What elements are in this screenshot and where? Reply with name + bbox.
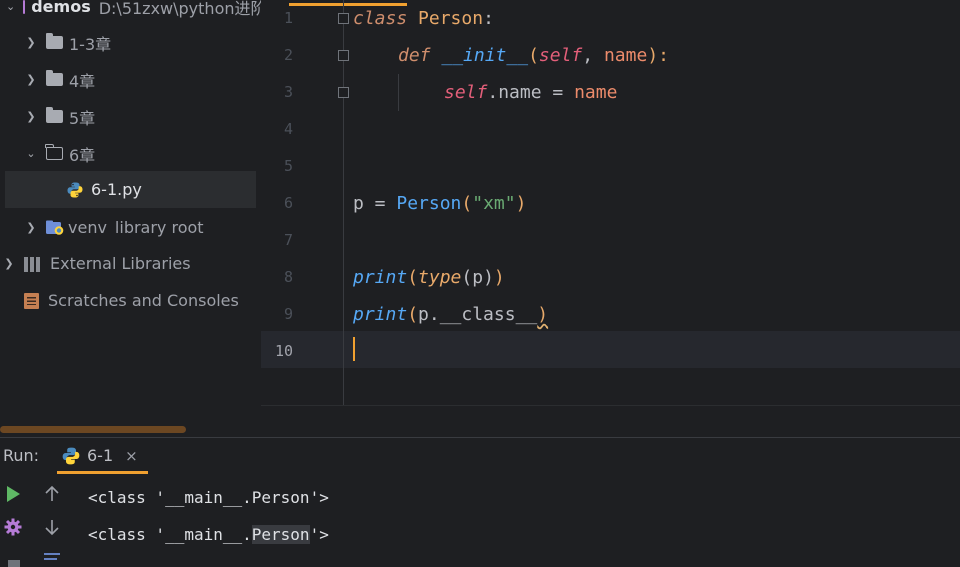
line-number: 6	[283, 194, 293, 212]
line-number: 4	[283, 120, 293, 138]
folder-icon	[46, 33, 63, 49]
tree-item-6-1-py[interactable]: 6-1.py	[5, 171, 256, 208]
tree-root-demos[interactable]: ⌄ demos D:\51zxw\python进阶	[6, 0, 261, 25]
arrow-up-icon	[45, 485, 59, 501]
current-line-highlight	[261, 331, 960, 368]
library-root-hint: library root	[114, 218, 204, 237]
line-number: 8	[283, 268, 293, 286]
scroll-down-button[interactable]	[42, 517, 62, 537]
tree-item-label: 5章	[69, 108, 96, 128]
tree-item-external-libraries[interactable]: ❯ External Libraries	[2, 245, 260, 282]
run-label: Run:	[3, 446, 40, 465]
code-line-9: print(p.__class__)	[353, 304, 549, 325]
tree-item-1-3[interactable]: ❯ 1-3章	[24, 24, 261, 61]
tree-root-path: D:\51zxw\python进阶	[98, 0, 261, 18]
python-file-icon	[67, 182, 83, 197]
chevron-down-icon[interactable]: ⌄	[24, 147, 38, 161]
run-tab-6-1[interactable]: 6-1 ×	[57, 438, 148, 473]
run-tool-window: Run: 6-1 × <class '__main__.Person'> <cl…	[0, 437, 960, 567]
stop-button[interactable]	[4, 556, 24, 567]
tree-item-label: 1-3章	[69, 34, 112, 54]
tree-item-label: venv	[68, 218, 107, 237]
tree-item-scratches[interactable]: Scratches and Consoles	[24, 282, 261, 319]
tree-item-label: External Libraries	[50, 254, 191, 273]
code-line-3: self.name = name	[444, 82, 618, 103]
editor-bottom-area	[261, 405, 960, 437]
console-output-line: <class '__main__.Person'>	[88, 525, 329, 544]
line-number: 7	[283, 231, 293, 249]
close-icon[interactable]: ×	[125, 447, 138, 465]
play-icon	[7, 486, 20, 502]
tree-item-venv[interactable]: ❯ venv library root	[24, 209, 261, 246]
line-number: 2	[283, 46, 293, 64]
tree-item-label: 4章	[69, 71, 96, 91]
rerun-button[interactable]	[3, 484, 23, 504]
tree-item-label: 6章	[69, 145, 96, 165]
stop-icon	[8, 560, 20, 567]
library-icon	[24, 256, 42, 272]
code-line-1: class Person:	[353, 8, 494, 29]
code-line-8: print(type(p))	[353, 267, 505, 288]
tree-item-4[interactable]: ❯ 4章	[24, 61, 261, 98]
open-folder-icon	[45, 143, 63, 160]
fold-collapse-icon[interactable]	[338, 13, 349, 24]
indent-guide	[398, 74, 399, 111]
tree-item-6[interactable]: ⌄ 6章	[24, 135, 261, 172]
run-tab-label: 6-1	[87, 446, 114, 465]
tree-item-label: Scratches and Consoles	[48, 291, 239, 310]
chevron-right-icon[interactable]: ❯	[2, 257, 16, 271]
scroll-up-button[interactable]	[42, 484, 62, 504]
code-line-6: p = Person("xm")	[353, 193, 527, 214]
line-number-gutter: 1 2 3 4 5 6 7 8 9 10	[261, 0, 344, 405]
folder-icon	[46, 70, 63, 86]
soft-wrap-button[interactable]	[42, 551, 62, 567]
console-output-line: <class '__main__.Person'>	[88, 488, 329, 507]
project-folder-icon	[23, 0, 26, 14]
chevron-right-icon[interactable]: ❯	[24, 36, 38, 50]
soft-wrap-icon	[44, 553, 60, 560]
scratches-icon	[24, 292, 39, 309]
run-tab-active-indicator	[57, 471, 148, 474]
fold-collapse-icon[interactable]	[338, 50, 349, 61]
line-number-current: 10	[274, 342, 293, 360]
python-icon	[62, 447, 80, 464]
text-caret	[353, 337, 355, 361]
folder-icon	[46, 107, 63, 123]
gear-icon	[4, 518, 22, 536]
settings-button[interactable]	[3, 517, 23, 537]
chevron-right-icon[interactable]: ❯	[24, 110, 38, 124]
chevron-right-icon[interactable]: ❯	[24, 73, 38, 87]
code-line-2: def __init__(self, name):	[398, 45, 669, 66]
tree-root-label: demos	[31, 0, 91, 16]
line-number: 1	[283, 9, 293, 27]
fold-end-icon[interactable]	[338, 87, 349, 98]
line-number: 3	[283, 83, 293, 101]
horizontal-scrollbar[interactable]	[0, 426, 186, 433]
chevron-right-icon[interactable]: ❯	[24, 221, 38, 235]
project-tool-window: ⌄ demos D:\51zxw\python进阶 ❯ 1-3章 ❯ 4章 ❯ …	[0, 0, 261, 436]
venv-folder-icon	[46, 220, 64, 235]
tree-item-label: 6-1.py	[91, 180, 142, 199]
chevron-down-icon[interactable]: ⌄	[6, 0, 15, 14]
line-number: 5	[283, 157, 293, 175]
line-number: 9	[283, 305, 293, 323]
arrow-down-icon	[45, 520, 59, 536]
tree-item-5[interactable]: ❯ 5章	[24, 98, 261, 135]
